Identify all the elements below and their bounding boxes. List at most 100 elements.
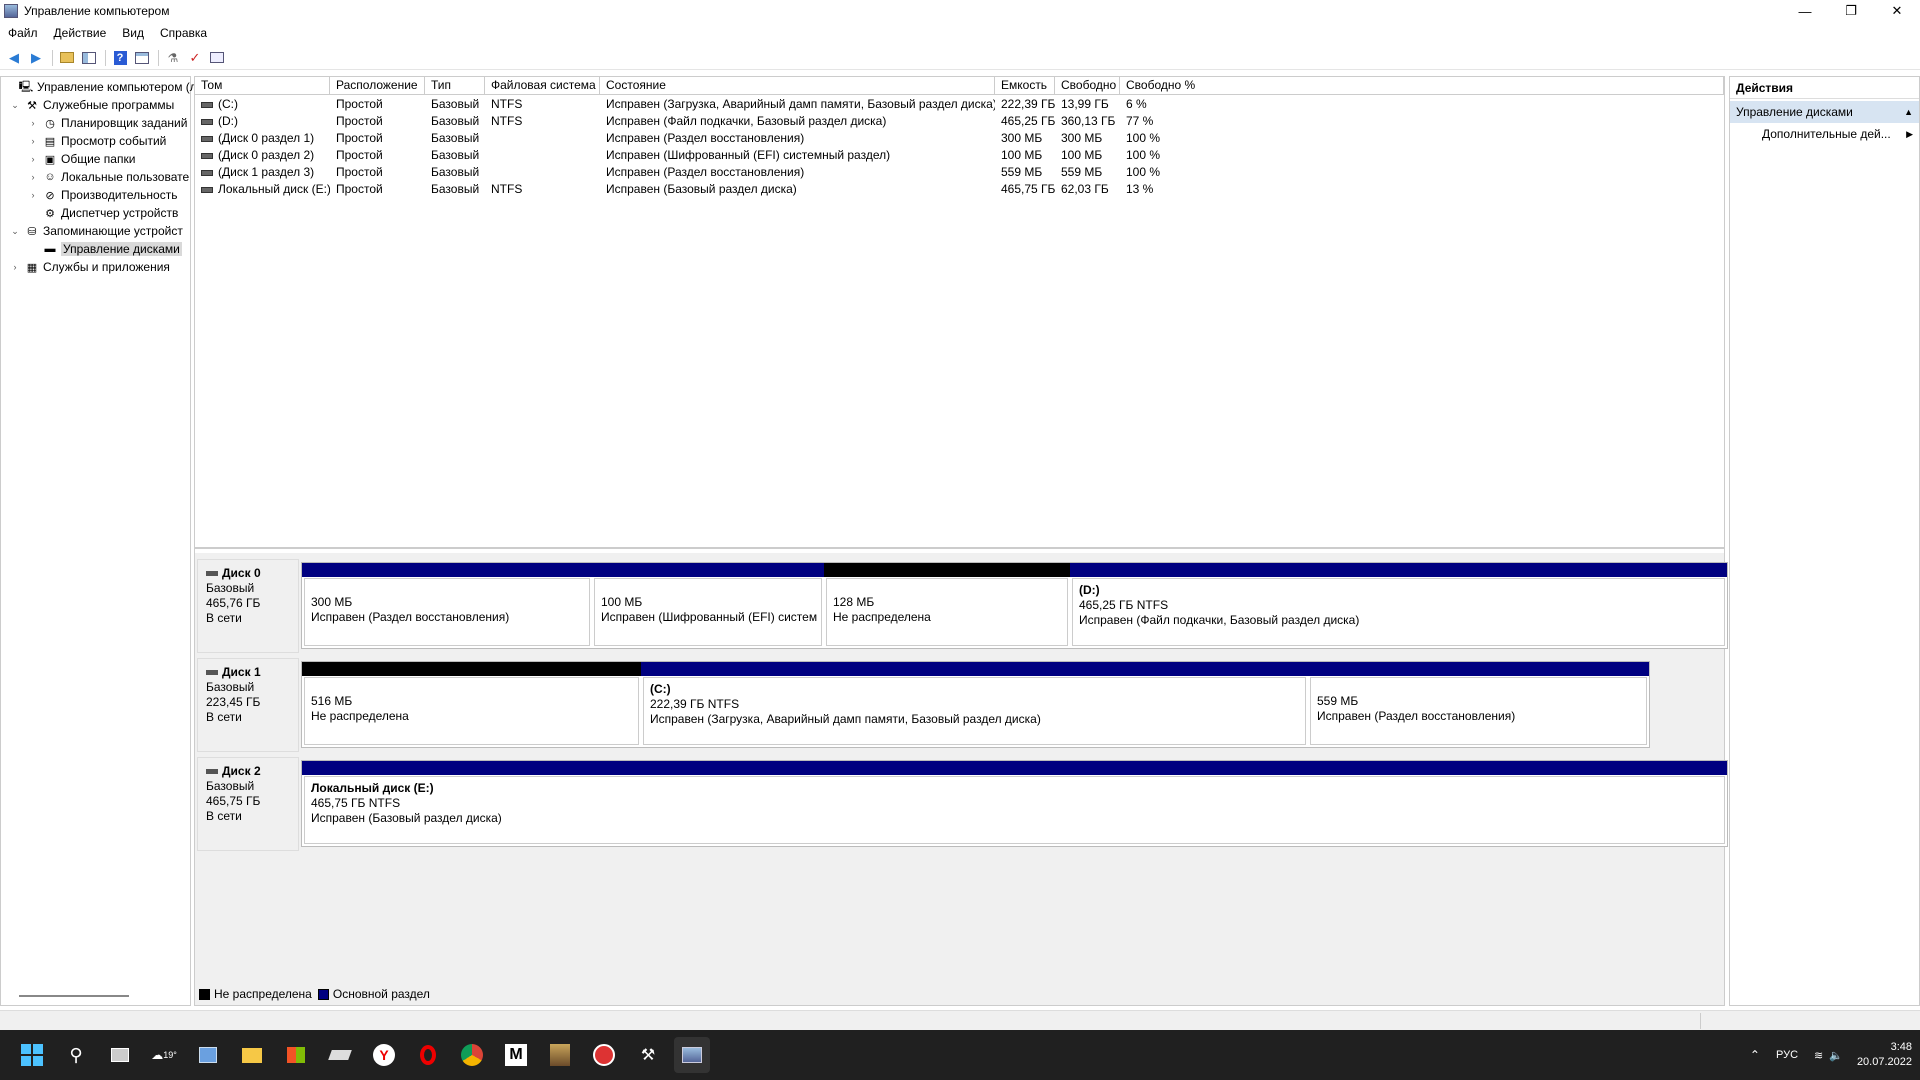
unallocated-partition[interactable]: 128 МБ Не распределена bbox=[824, 563, 1070, 648]
expand-toggle-icon[interactable]: › bbox=[27, 172, 39, 182]
computer-management-icon bbox=[4, 4, 18, 18]
tree-item-label: Службы и приложения bbox=[43, 260, 170, 274]
back-button[interactable]: ◀ bbox=[4, 48, 24, 68]
yandex-browser-button[interactable]: Y bbox=[366, 1037, 402, 1073]
tree-horizontal-scrollbar[interactable] bbox=[19, 995, 129, 997]
primary-partition[interactable]: (D:) 465,25 ГБ NTFS Исправен (Файл подкачк… bbox=[1070, 563, 1727, 648]
tree-item[interactable]: › ◷ Планировщик заданий bbox=[27, 114, 188, 132]
chevron-up-icon[interactable]: ⌃ bbox=[1750, 1048, 1760, 1062]
app-pinned-game[interactable] bbox=[542, 1037, 578, 1073]
volume-row[interactable]: (Диск 1 раздел 3) Простой Базовый Исправен … bbox=[195, 164, 1724, 181]
disk-row[interactable]: Диск 2 Базовый 465,75 ГБ В сети Локальный ди… bbox=[197, 757, 1728, 851]
primary-partition[interactable]: 559 МБ Исправен (Раздел восстановления) bbox=[1308, 662, 1649, 747]
menu-action[interactable]: Действие bbox=[46, 26, 115, 40]
actions-section-disk-management[interactable]: Управление дисками ▲ bbox=[1730, 101, 1919, 123]
tree-item[interactable]: › ☺ Локальные пользовате bbox=[27, 168, 190, 186]
column-header[interactable]: Расположение bbox=[330, 77, 425, 94]
primary-partition[interactable]: 100 МБ Исправен (Шифрованный (EFI) систем bbox=[592, 563, 824, 648]
app-pinned-computer[interactable] bbox=[190, 1037, 226, 1073]
column-header[interactable]: Свободно bbox=[1055, 77, 1120, 94]
m-app-icon: M bbox=[505, 1044, 527, 1066]
primary-partition[interactable]: (C:) 222,39 ГБ NTFS Исправен (Загрузка, Ав… bbox=[641, 662, 1308, 747]
store-button[interactable] bbox=[278, 1037, 314, 1073]
volume-row[interactable]: Локальный диск (E:) Простой Базовый NTFS Исп… bbox=[195, 181, 1724, 198]
start-button[interactable] bbox=[14, 1037, 50, 1073]
app-pinned-m[interactable]: M bbox=[498, 1037, 534, 1073]
legend-label: Основной раздел bbox=[332, 987, 430, 1001]
wifi-icon[interactable]: ≋ bbox=[1814, 1049, 1823, 1062]
unallocated-partition[interactable]: 516 МБ Не распределена bbox=[302, 662, 641, 747]
partition-body: 100 МБ Исправен (Шифрованный (EFI) систем bbox=[594, 578, 822, 646]
primary-partition[interactable]: Локальный диск (E:) 465,75 ГБ NTFS Исправе… bbox=[302, 761, 1727, 846]
expand-toggle-icon[interactable]: › bbox=[9, 262, 21, 272]
computer-management-taskbar-button[interactable] bbox=[674, 1037, 710, 1073]
search-button[interactable]: ⚲ bbox=[58, 1037, 94, 1073]
volume-icon bbox=[201, 135, 213, 142]
app-pinned-tool[interactable]: ⚒ bbox=[630, 1037, 666, 1073]
disk-label[interactable]: Диск 1 Базовый 223,45 ГБ В сети bbox=[197, 658, 299, 752]
menu-view[interactable]: Вид bbox=[114, 26, 152, 40]
tree-item[interactable]: › ⊘ Производительность bbox=[27, 186, 178, 204]
column-header[interactable]: Свободно % bbox=[1120, 77, 1724, 94]
tree-item-label: Управление компьютером (л bbox=[37, 80, 197, 94]
disk-graphical-view: Не распределена Основной раздел Диск 0 Баз… bbox=[195, 553, 1728, 1005]
column-header[interactable]: Том bbox=[195, 77, 330, 94]
expand-toggle-icon[interactable]: › bbox=[27, 154, 39, 164]
app-pinned-drive[interactable] bbox=[322, 1037, 358, 1073]
app-pinned-red[interactable] bbox=[586, 1037, 622, 1073]
disk-label[interactable]: Диск 0 Базовый 465,76 ГБ В сети bbox=[197, 559, 299, 653]
disk-icon bbox=[206, 670, 218, 675]
volume-row[interactable]: (C:) Простой Базовый NTFS Исправен (Загрузка… bbox=[195, 96, 1724, 113]
connect-button[interactable]: ⚗ bbox=[163, 48, 183, 68]
opera-button[interactable] bbox=[410, 1037, 446, 1073]
volume-row[interactable]: (D:) Простой Базовый NTFS Исправен (Файл под… bbox=[195, 113, 1724, 130]
expand-toggle-icon[interactable]: ⌄ bbox=[9, 100, 21, 111]
up-level-button[interactable] bbox=[57, 48, 77, 68]
more-actions-item[interactable]: Дополнительные дей... ▶ bbox=[1730, 123, 1919, 145]
column-header[interactable]: Тип bbox=[425, 77, 485, 94]
clock[interactable]: 3:48 20.07.2022 bbox=[1857, 1040, 1912, 1070]
tree-item[interactable]: ⌄ ⛁ Запоминающие устройст bbox=[9, 222, 183, 240]
tree-item[interactable]: 🖳 Управление компьютером (л bbox=[3, 78, 197, 96]
expand-toggle-icon[interactable]: › bbox=[27, 190, 39, 200]
chrome-button[interactable] bbox=[454, 1037, 490, 1073]
volume-icon[interactable]: 🔈 bbox=[1829, 1049, 1843, 1062]
expand-toggle-icon[interactable]: › bbox=[27, 118, 39, 128]
volume-row[interactable]: (Диск 0 раздел 2) Простой Базовый Исправен … bbox=[195, 147, 1724, 164]
forward-button[interactable]: ▶ bbox=[26, 48, 46, 68]
expand-toggle-icon[interactable]: › bbox=[27, 136, 39, 146]
task-view-button[interactable] bbox=[102, 1037, 138, 1073]
weather-widget[interactable]: ☁ 19° bbox=[146, 1037, 182, 1073]
disk-row[interactable]: Диск 0 Базовый 465,76 ГБ В сети 300 МБ Исправ… bbox=[197, 559, 1728, 653]
language-indicator[interactable]: РУС bbox=[1776, 1049, 1798, 1061]
properties-button[interactable] bbox=[132, 48, 152, 68]
table-cell: NTFS bbox=[491, 97, 523, 111]
tree-item[interactable]: ⚙ Диспетчер устройств bbox=[27, 204, 178, 222]
tree-item[interactable]: ⌄ ⚒ Служебные программы bbox=[9, 96, 174, 114]
partition-body: (D:) 465,25 ГБ NTFS Исправен (Файл подкачк… bbox=[1072, 578, 1725, 646]
maximize-button[interactable]: ❐ bbox=[1828, 0, 1874, 22]
expand-toggle-icon[interactable]: ⌄ bbox=[9, 226, 21, 237]
close-button[interactable]: ✕ bbox=[1874, 0, 1920, 22]
tree-item[interactable]: ▬ Управление дисками bbox=[27, 240, 182, 258]
file-explorer-button[interactable] bbox=[234, 1037, 270, 1073]
table-cell: Простой bbox=[336, 182, 383, 196]
disk-row[interactable]: Диск 1 Базовый 223,45 ГБ В сети 516 МБ Не рас… bbox=[197, 658, 1724, 752]
help-button[interactable]: ? bbox=[110, 48, 130, 68]
check-button[interactable]: ✓ bbox=[185, 48, 205, 68]
column-header[interactable]: Файловая система bbox=[485, 77, 600, 94]
primary-partition[interactable]: 300 МБ Исправен (Раздел восстановления) bbox=[302, 563, 592, 648]
column-header[interactable]: Состояние bbox=[600, 77, 995, 94]
show-hide-tree-button[interactable] bbox=[79, 48, 99, 68]
disk-label[interactable]: Диск 2 Базовый 465,75 ГБ В сети bbox=[197, 757, 299, 851]
tree-item[interactable]: › ▦ Службы и приложения bbox=[9, 258, 170, 276]
settings-button[interactable] bbox=[207, 48, 227, 68]
menu-help[interactable]: Справка bbox=[152, 26, 215, 40]
menu-file[interactable]: Файл bbox=[0, 26, 46, 40]
column-header[interactable]: Емкость bbox=[995, 77, 1055, 94]
volume-row[interactable]: (Диск 0 раздел 1) Простой Базовый Исправен … bbox=[195, 130, 1724, 147]
tree-item[interactable]: › ▣ Общие папки bbox=[27, 150, 136, 168]
users-icon: ☺ bbox=[44, 171, 56, 183]
minimize-button[interactable]: — bbox=[1782, 0, 1828, 22]
tree-item[interactable]: › ▤ Просмотр событий bbox=[27, 132, 167, 150]
